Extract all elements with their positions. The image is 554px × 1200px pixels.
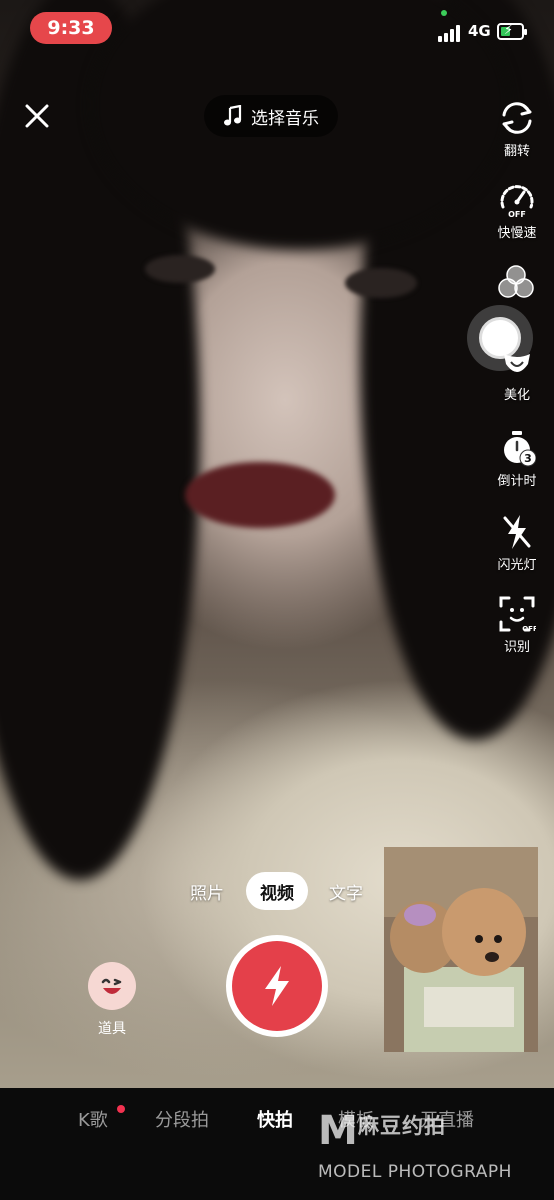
speedometer-icon: OFF (500, 185, 534, 219)
recognize-button[interactable]: OFF 识别 (490, 594, 544, 655)
dog-photo-thumbnail (384, 847, 538, 1052)
flash-off-icon (503, 515, 531, 549)
timer-badge: 3 (524, 452, 532, 465)
speed-label: 快慢速 (497, 226, 537, 241)
mode-video[interactable]: 视频 (246, 872, 308, 910)
status-indicator-dot (441, 10, 447, 16)
select-music-label: 选择音乐 (251, 108, 319, 129)
network-type: 4G (468, 22, 491, 40)
speed-button[interactable]: OFF 快慢速 (490, 180, 544, 241)
smiley-wink-icon (101, 978, 122, 994)
filter-icon[interactable] (496, 264, 536, 300)
props-label: 道具 (98, 1021, 126, 1037)
watermark-logo: M (318, 1108, 358, 1154)
speed-off-badge: OFF (508, 210, 526, 219)
shutter-button[interactable] (226, 935, 328, 1037)
flash-button[interactable]: 闪光灯 (490, 512, 544, 573)
props-button[interactable]: 道具 (86, 962, 138, 1038)
nav-karaoke[interactable]: K歌 (78, 1106, 108, 1132)
timer-icon: 3 (504, 431, 536, 467)
flash-label: 闪光灯 (497, 558, 537, 573)
watermark-english: MODEL PHOTOGRAPH (318, 1162, 512, 1182)
nav-quick-shoot[interactable]: 快拍 (257, 1106, 293, 1132)
bottom-navigation: K歌 分段拍 快拍 模板 开直播 (0, 1088, 554, 1200)
music-note-icon (224, 105, 242, 126)
watermark-brand: 麻豆约拍 (358, 1114, 446, 1138)
flip-camera-button[interactable]: 翻转 (490, 98, 544, 159)
recognize-off-badge: OFF (522, 625, 536, 633)
status-time: 9:33 (30, 12, 112, 44)
countdown-label: 倒计时 (497, 474, 537, 489)
close-icon (25, 104, 49, 128)
face-scan-icon: OFF (499, 596, 536, 633)
signal-icon (438, 24, 464, 42)
mode-photo[interactable]: 照片 (184, 872, 230, 910)
battery-icon: ⚡ (497, 23, 527, 40)
beauty-button[interactable]: 美化 (490, 350, 544, 403)
time-text: 9:33 (47, 17, 95, 39)
flip-label: 翻转 (503, 144, 530, 159)
flip-icon (502, 102, 532, 134)
countdown-button[interactable]: 3 倒计时 (490, 428, 544, 489)
mode-text[interactable]: 文字 (323, 872, 369, 910)
gallery-thumbnail[interactable] (384, 847, 538, 1052)
beauty-icon (504, 354, 530, 372)
recognize-label: 识别 (503, 640, 530, 655)
beauty-label: 美化 (503, 388, 530, 403)
close-button[interactable] (22, 101, 52, 131)
nav-segment-shoot[interactable]: 分段拍 (155, 1106, 209, 1132)
notification-dot (117, 1105, 125, 1113)
select-music-button[interactable]: 选择音乐 (204, 95, 338, 137)
lightning-icon (265, 966, 289, 1006)
